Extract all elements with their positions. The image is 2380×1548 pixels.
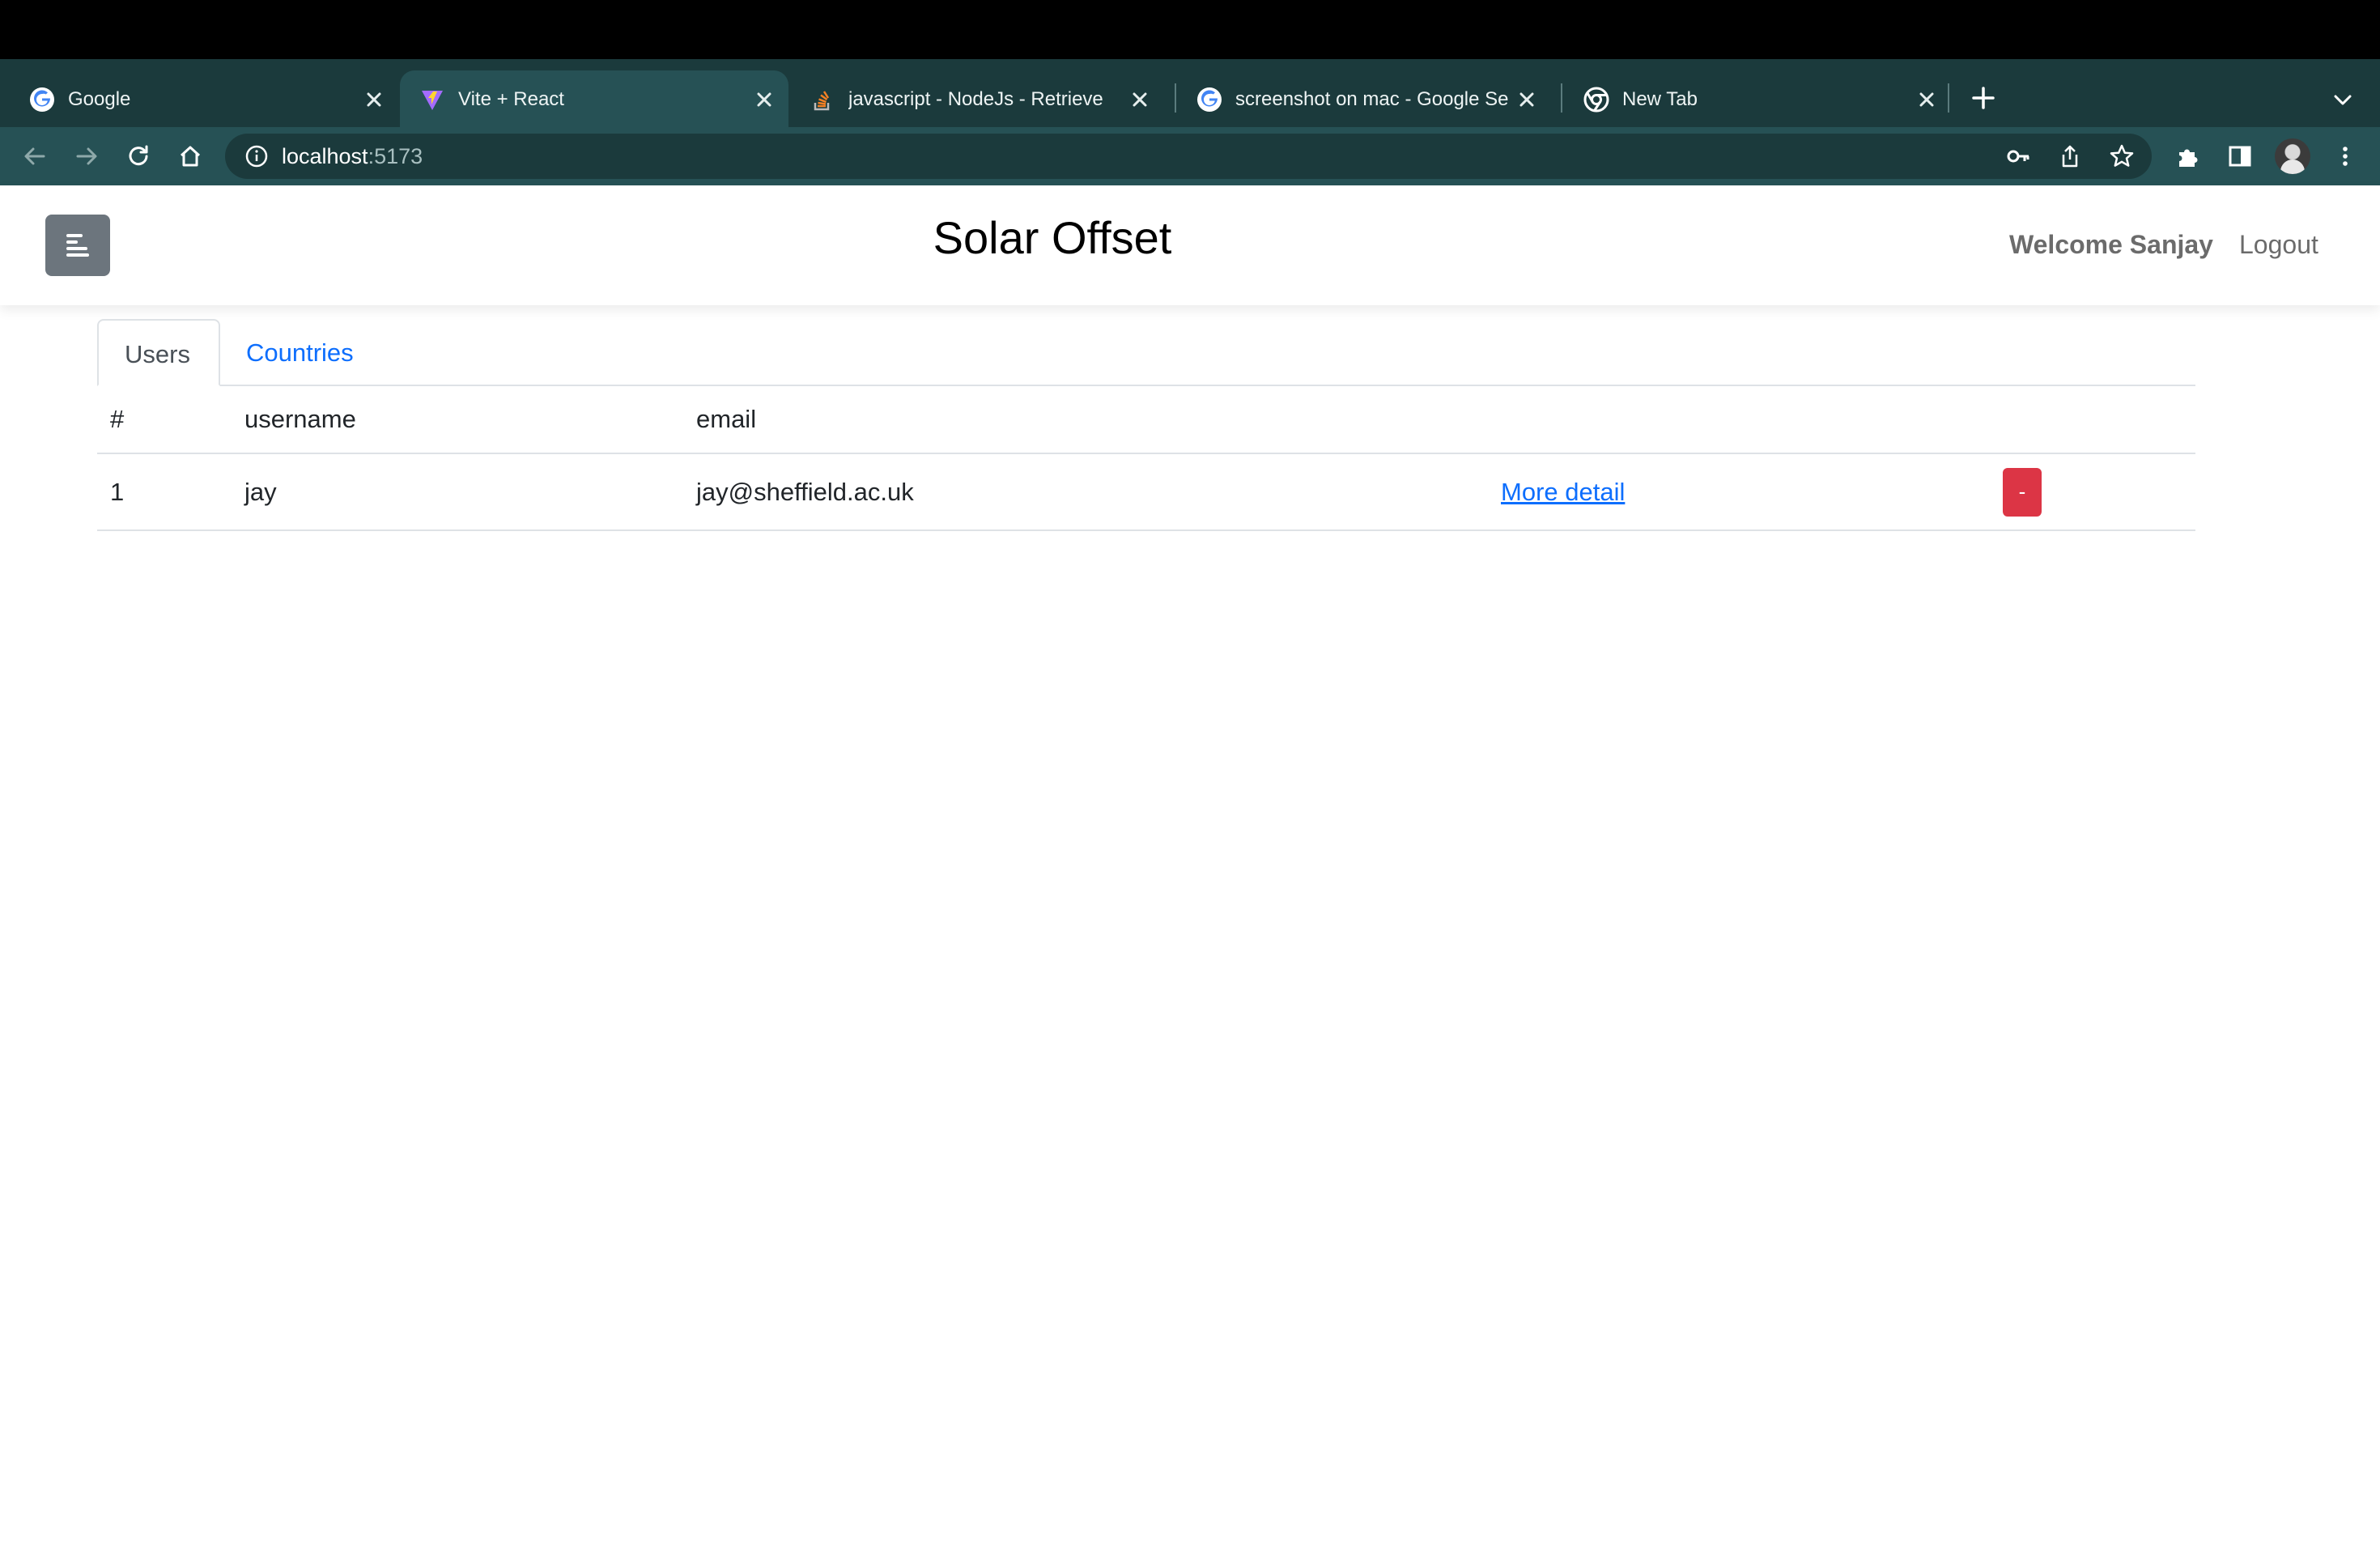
more-detail-link[interactable]: More detail — [1501, 478, 1625, 506]
browser-tab-title: screenshot on mac - Google Se — [1235, 88, 1509, 110]
cell-action: - — [1990, 453, 2195, 531]
cell-number: 1 — [97, 453, 232, 531]
url-host: localhost — [282, 144, 368, 168]
column-header-detail — [1488, 386, 1990, 454]
delete-user-button[interactable]: - — [2003, 467, 2042, 517]
column-header-action — [1990, 386, 2195, 454]
tab-separator — [1948, 83, 1949, 113]
info-icon[interactable] — [244, 144, 269, 168]
stackoverflow-icon — [814, 91, 830, 111]
close-icon[interactable] — [1514, 87, 1540, 113]
page-content: Solar Offset Welcome Sanjay Logout Users… — [0, 185, 2380, 1548]
forward-arrow-icon[interactable] — [73, 142, 100, 170]
browser-tab-title: Google — [68, 88, 131, 110]
top-bar — [0, 0, 2380, 59]
profile-avatar[interactable] — [2275, 138, 2310, 174]
side-panel-icon[interactable] — [2226, 142, 2254, 170]
browser-tab-google[interactable]: Google — [10, 70, 398, 127]
address-url: localhost:5173 — [282, 144, 423, 169]
table-row: 1 jay jay@sheffield.ac.uk More detail - — [97, 453, 2195, 531]
back-arrow-icon[interactable] — [21, 142, 49, 170]
close-icon[interactable] — [1127, 87, 1153, 113]
logout-link[interactable]: Logout — [2239, 230, 2318, 260]
column-header-email: email — [683, 386, 1488, 454]
chrome-icon — [1583, 87, 1609, 113]
google-icon — [1197, 87, 1222, 112]
address-bar[interactable]: localhost:5173 — [225, 134, 2152, 179]
extensions-icon[interactable] — [2174, 142, 2202, 170]
vite-icon — [422, 91, 443, 110]
browser-tab-new-tab[interactable]: New Tab — [1564, 70, 1951, 127]
browser-tab-title: Vite + React — [458, 88, 564, 110]
close-icon[interactable] — [1914, 87, 1940, 113]
browser-tab-title: New Tab — [1622, 88, 1698, 110]
close-icon[interactable] — [361, 87, 387, 113]
welcome-text: Welcome Sanjay — [2009, 230, 2213, 259]
cell-username: jay — [232, 453, 683, 531]
plus-icon[interactable] — [1969, 83, 1998, 113]
browser-tab-vite[interactable]: Vite + React — [400, 70, 788, 127]
cell-email: jay@sheffield.ac.uk — [683, 453, 1488, 531]
tab-separator — [1175, 83, 1176, 113]
browser-tab-stackoverflow[interactable]: javascript - NodeJs - Retrieve — [790, 70, 1164, 127]
google-icon — [30, 87, 54, 112]
tab-countries[interactable]: Countries — [220, 319, 380, 386]
browser-tab-title: javascript - NodeJs - Retrieve — [848, 88, 1103, 110]
chevron-down-icon[interactable] — [2330, 87, 2356, 113]
users-table: # username email 1 jay jay@sheffield.ac.… — [97, 386, 2195, 531]
column-header-number: # — [97, 386, 232, 454]
tab-users[interactable]: Users — [97, 319, 220, 386]
browser-tab-strip: Google Vite + React javascript - NodeJs … — [0, 59, 2380, 127]
browser-tab-google-search[interactable]: screenshot on mac - Google Se — [1177, 70, 1551, 127]
browser-toolbar: localhost:5173 — [0, 127, 2380, 185]
page-title: Solar Offset — [933, 212, 1172, 263]
close-icon[interactable] — [751, 87, 777, 113]
share-icon[interactable] — [2056, 142, 2084, 170]
star-icon[interactable] — [2108, 142, 2136, 170]
more-vertical-icon[interactable] — [2331, 142, 2359, 170]
url-port: :5173 — [368, 144, 423, 168]
key-icon[interactable] — [2004, 142, 2032, 170]
tab-separator — [1561, 83, 1562, 113]
app-header: Solar Offset Welcome Sanjay Logout — [0, 185, 2380, 305]
home-icon[interactable] — [176, 142, 204, 170]
table-header-row: # username email — [97, 386, 2195, 454]
cell-detail: More detail — [1488, 453, 1990, 531]
reload-icon[interactable] — [125, 142, 152, 170]
column-header-username: username — [232, 386, 683, 454]
